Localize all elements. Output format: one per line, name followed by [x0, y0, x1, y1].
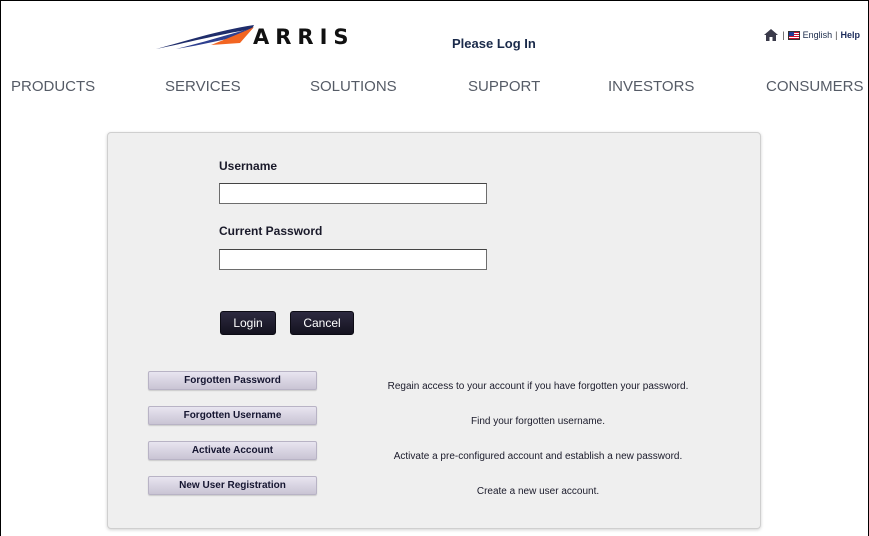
- home-icon[interactable]: [763, 28, 779, 42]
- cancel-button[interactable]: Cancel: [290, 311, 354, 335]
- login-panel: Username Current Password Login Cancel F…: [107, 132, 761, 529]
- help-link[interactable]: Help: [840, 30, 860, 40]
- logo-text: ARRIS: [253, 25, 355, 49]
- forgotten-password-button[interactable]: Forgotten Password: [148, 371, 317, 390]
- username-input[interactable]: [219, 183, 487, 204]
- separator: |: [835, 30, 838, 40]
- login-button[interactable]: Login: [220, 311, 276, 335]
- username-label: Username: [219, 159, 278, 173]
- nav-item-services[interactable]: SERVICES: [165, 78, 241, 95]
- separator: |: [782, 30, 785, 40]
- nav-item-investors[interactable]: INVESTORS: [608, 78, 694, 95]
- us-flag-icon: [787, 30, 800, 40]
- page-frame: ARRIS Please Log In | English | Help PRO…: [0, 0, 869, 536]
- nav-item-solutions[interactable]: SOLUTIONS: [310, 78, 397, 95]
- forgotten-username-button[interactable]: Forgotten Username: [148, 406, 317, 425]
- arris-logo[interactable]: ARRIS: [156, 21, 386, 55]
- nav-item-products[interactable]: PRODUCTS: [11, 78, 95, 95]
- language-link[interactable]: English: [803, 30, 833, 40]
- logo-swoosh-icon: [156, 25, 254, 49]
- forgotten-password-description: Regain access to your account if you hav…: [387, 381, 689, 392]
- nav-item-consumers[interactable]: CONSUMERS: [766, 78, 864, 95]
- new-user-registration-button[interactable]: New User Registration: [148, 476, 317, 495]
- new-user-registration-description: Create a new user account.: [476, 486, 600, 497]
- top-right-links: | English | Help: [763, 28, 860, 42]
- forgotten-username-description: Find your forgotten username.: [471, 416, 605, 427]
- password-input[interactable]: [219, 249, 487, 270]
- nav-item-support[interactable]: SUPPORT: [468, 78, 540, 95]
- main-nav: PRODUCTS SERVICES SOLUTIONS SUPPORT INVE…: [1, 78, 868, 98]
- password-label: Current Password: [219, 224, 323, 238]
- activate-account-description: Activate a pre-configured account and es…: [393, 451, 683, 462]
- activate-account-button[interactable]: Activate Account: [148, 441, 317, 460]
- page-title: Please Log In: [452, 36, 536, 51]
